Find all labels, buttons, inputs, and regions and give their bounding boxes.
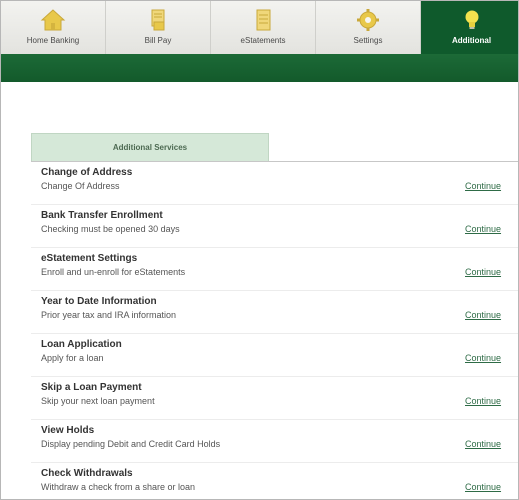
service-description: Withdraw a check from a share or loan [41,482,196,492]
service-title: eStatement Settings [41,253,138,264]
bill-document-icon [145,8,171,32]
service-title: Loan Application [41,339,122,350]
nav-tab-label: Home Banking [26,36,80,45]
service-description: Checking must be opened 30 days [41,224,180,234]
nav-tab-label: Additional [451,36,492,45]
service-title: Year to Date Information [41,296,157,307]
service-description: Apply for a loan [41,353,104,363]
house-icon [40,8,66,32]
nav-tab-label: Bill Pay [144,36,172,45]
service-description: Prior year tax and IRA information [41,310,177,320]
service-title: View Holds [41,425,95,436]
service-title: Skip a Loan Payment [41,382,142,393]
continue-link[interactable]: Continue [465,353,501,363]
continue-link[interactable]: Continue [465,396,501,406]
statement-document-icon [250,8,276,32]
service-description: Enroll and un-enroll for eStatements [41,267,186,277]
service-title: Bank Transfer Enrollment [41,210,163,221]
top-navigation: Home Banking Bill Pay eStatements Settin… [1,1,518,54]
nav-tab-bill-pay[interactable]: Bill Pay [106,1,211,54]
additional-services-tab[interactable]: Additional Services [31,133,269,162]
list-item: Check Withdrawals Withdraw a check from … [31,463,518,499]
continue-link[interactable]: Continue [465,439,501,449]
nav-tab-additional[interactable]: Additional [421,1,518,54]
list-item: Year to Date Information Prior year tax … [31,291,518,334]
service-title: Check Withdrawals [41,468,133,479]
service-description: Change Of Address [41,181,120,191]
service-title: Change of Address [41,167,133,178]
list-item: Change of Address Change Of Address Cont… [31,162,518,205]
list-item: eStatement Settings Enroll and un-enroll… [31,248,518,291]
nav-tab-label: Settings [353,36,383,45]
nav-tab-estatements[interactable]: eStatements [211,1,316,54]
list-item: Skip a Loan Payment Skip your next loan … [31,377,518,420]
continue-link[interactable]: Continue [465,267,501,277]
list-item: Bank Transfer Enrollment Checking must b… [31,205,518,248]
lightbulb-icon [459,8,485,32]
list-item: Loan Application Apply for a loan Contin… [31,334,518,377]
service-description: Skip your next loan payment [41,396,155,406]
continue-link[interactable]: Continue [465,224,501,234]
list-item: View Holds Display pending Debit and Cre… [31,420,518,463]
service-description: Display pending Debit and Credit Card Ho… [41,439,221,449]
nav-tab-label: eStatements [240,36,286,45]
continue-link[interactable]: Continue [465,482,501,492]
continue-link[interactable]: Continue [465,181,501,191]
continue-link[interactable]: Continue [465,310,501,320]
app-frame: Home Banking Bill Pay eStatements Settin… [0,0,519,500]
services-list: Change of Address Change Of Address Cont… [31,162,518,499]
gear-icon [355,8,381,32]
nav-tab-home-banking[interactable]: Home Banking [1,1,106,54]
nav-tab-settings[interactable]: Settings [316,1,421,54]
header-bar [1,54,518,82]
